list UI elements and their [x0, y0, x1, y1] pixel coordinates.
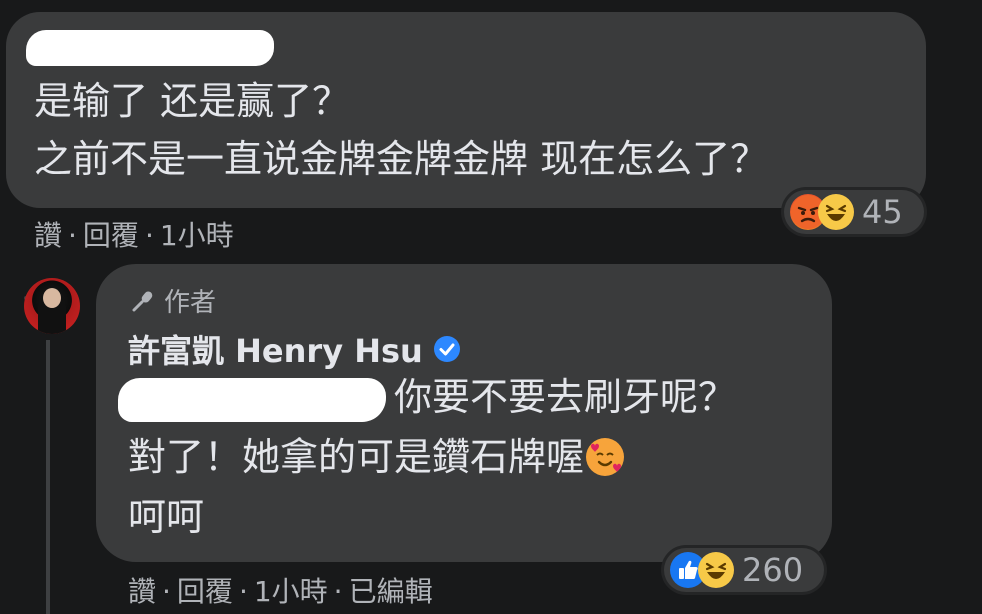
like-link[interactable]: 讚 — [34, 214, 62, 254]
thread-line — [46, 340, 50, 614]
reaction-summary[interactable]: 45 — [784, 190, 924, 234]
smiling-face-with-hearts-icon — [586, 438, 625, 476]
reply-text-line-with-emoji: 對了！她拿的可是鑽石牌喔 — [128, 434, 625, 480]
author-tag-label: 作者 — [164, 288, 217, 318]
comment-text-line: 是输了 还是赢了？ — [34, 79, 351, 123]
author-badge: 作者 — [130, 282, 216, 319]
timestamp-link[interactable]: 1小時 — [160, 214, 234, 254]
meta-separator: · — [144, 219, 154, 252]
author-name[interactable]: 許富凱 Henry Hsu — [128, 326, 423, 372]
avatar[interactable] — [24, 278, 80, 334]
verified-badge-icon — [433, 336, 460, 362]
reaction-count: 260 — [742, 551, 804, 589]
haha-icon — [698, 552, 734, 588]
comment-meta: 讚 · 回覆 · 1小時 — [34, 214, 234, 254]
redacted-username — [26, 30, 274, 66]
like-link[interactable]: 讚 — [128, 570, 156, 610]
comment-text-line: 之前不是一直说金牌金牌金牌 现在怎么了？ — [34, 137, 769, 181]
reply-link[interactable]: 回覆 — [83, 214, 139, 254]
reply-text-line: 你要不要去刷牙呢？ — [394, 375, 737, 419]
meta-separator: · — [238, 575, 248, 608]
microphone-icon — [132, 290, 153, 311]
reply-link[interactable]: 回覆 — [177, 570, 233, 610]
reaction-summary[interactable]: 260 — [664, 548, 824, 592]
author-name-row: 許富凱 Henry Hsu — [128, 326, 461, 372]
reply-meta: 讚 · 回覆 · 1小時 · 已編輯 — [128, 570, 433, 610]
timestamp-link[interactable]: 1小時 — [254, 570, 328, 610]
meta-separator: · — [68, 219, 77, 252]
haha-icon — [818, 194, 854, 230]
meta-separator: · — [162, 575, 171, 608]
reaction-count: 45 — [862, 193, 903, 231]
redacted-mention — [118, 378, 386, 422]
edited-label: 已編輯 — [348, 575, 433, 608]
reply-text-line: 呵呵 — [128, 495, 205, 539]
meta-separator: · — [333, 575, 343, 608]
avatar-face — [43, 288, 61, 308]
reply-text-line: 對了！她拿的可是鑽石牌喔 — [128, 435, 585, 479]
